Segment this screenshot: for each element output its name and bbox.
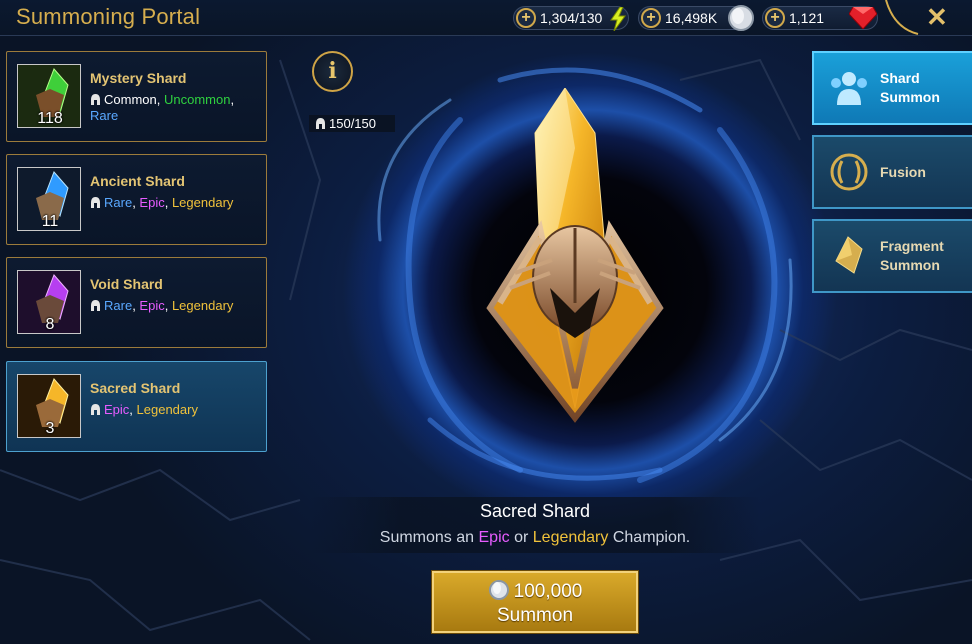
top-bar: Summoning Portal + 1,304/130 + 16,498K +… <box>0 0 972 36</box>
menu-label: Shard Summon <box>880 69 940 107</box>
energy-value: 1,304/130 <box>540 10 603 26</box>
sacred-shard-artwork <box>486 88 664 423</box>
plus-icon[interactable]: + <box>641 8 661 28</box>
shard-rarities: Epic, Legendary <box>90 402 260 418</box>
menu-label-line1: Fragment <box>880 238 944 254</box>
plus-icon[interactable]: + <box>516 8 536 28</box>
selected-shard-desc: Summons an Epic or Legendary Champion. <box>310 529 760 547</box>
helmet-icon <box>91 404 100 415</box>
void-shard-icon: 8 <box>17 270 81 334</box>
shard-card-void[interactable]: 8 Void Shard Rare, Epic, Legendary <box>6 257 267 348</box>
shard-rarities: Rare, Epic, Legendary <box>90 195 260 211</box>
rarity-rare: Rare <box>90 108 119 123</box>
shard-card-mystery[interactable]: 118 Mystery Shard Common, Uncommon, Rare <box>6 51 267 142</box>
silver-value: 16,498K <box>665 10 718 26</box>
rarity-legendary: Legendary <box>136 402 198 417</box>
rarity-common: Common <box>104 92 157 107</box>
menu-label-line2: Summon <box>880 89 940 105</box>
rarity-legendary: Legendary <box>171 298 234 313</box>
desc-prefix: Summons an <box>379 529 475 546</box>
desc-suffix: Champion. <box>612 529 691 546</box>
summon-cost-value: 100,000 <box>513 581 583 602</box>
rarity-epic: Epic <box>139 195 165 210</box>
menu-fragment-summon[interactable]: Fragment Summon <box>812 219 972 293</box>
shard-count: 8 <box>45 316 55 333</box>
summon-label: Summon <box>496 605 574 626</box>
shard-summon-icon <box>831 72 867 105</box>
lightning-icon <box>610 7 626 31</box>
shard-rarities: Rare, Epic, Legendary <box>90 298 260 314</box>
ancient-shard-icon: 11 <box>17 167 81 231</box>
page-title: Summoning Portal <box>16 4 201 29</box>
helmet-icon <box>91 197 100 208</box>
shard-count: 118 <box>37 110 63 127</box>
silver-coin-icon <box>488 580 509 600</box>
shard-count: 11 <box>41 213 59 230</box>
menu-label: Fragment Summon <box>880 237 944 275</box>
close-icon[interactable]: ✕ <box>926 2 948 33</box>
divider-curve <box>885 0 919 35</box>
desc-epic: Epic <box>478 529 510 546</box>
summon-cost: 100,000 <box>434 579 636 603</box>
rarity-legendary: Legendary <box>171 195 234 210</box>
desc-or: or <box>514 529 529 546</box>
shard-description: Sacred Shard Summons an Epic or Legendar… <box>310 497 760 553</box>
menu-fusion[interactable]: Fusion <box>812 135 972 209</box>
silver-counter[interactable]: + 16,498K <box>638 5 754 31</box>
shard-count: 3 <box>45 420 55 437</box>
champion-capacity: 150/150 <box>309 115 395 132</box>
helmet-icon <box>91 94 100 105</box>
gems-counter[interactable]: + 1,121 <box>762 6 878 30</box>
info-icon[interactable]: i <box>312 51 353 92</box>
rarity-rare: Rare <box>104 298 133 313</box>
rarity-epic: Epic <box>104 402 130 417</box>
helmet-icon <box>91 300 100 311</box>
plus-icon[interactable]: + <box>765 8 785 28</box>
fragment-summon-icon <box>835 236 863 274</box>
menu-label-line2: Summon <box>880 257 940 273</box>
shard-name: Mystery Shard <box>90 70 187 86</box>
gems-value: 1,121 <box>789 10 825 26</box>
menu-label-line1: Shard <box>880 70 920 86</box>
silver-coin-icon <box>728 5 754 31</box>
menu-label: Fusion <box>880 164 926 180</box>
summon-button[interactable]: 100,000 Summon <box>431 570 639 634</box>
champion-capacity-value: 150/150 <box>329 116 376 131</box>
fusion-icon <box>830 153 868 191</box>
shard-card-ancient[interactable]: 11 Ancient Shard Rare, Epic, Legendary <box>6 154 267 245</box>
ruby-gem-icon <box>849 7 877 29</box>
menu-shard-summon[interactable]: Shard Summon <box>812 51 972 125</box>
rarity-rare: Rare <box>104 195 133 210</box>
rarity-uncommon: Uncommon <box>163 92 231 107</box>
selected-shard-title: Sacred Shard <box>479 501 591 521</box>
helmet-icon <box>316 118 325 129</box>
shard-card-sacred[interactable]: 3 Sacred Shard Epic, Legendary <box>6 361 267 452</box>
energy-counter[interactable]: + 1,304/130 <box>513 6 629 31</box>
shard-name: Sacred Shard <box>90 380 181 396</box>
shard-name: Ancient Shard <box>90 173 185 189</box>
sacred-shard-icon: 3 <box>17 374 81 438</box>
mystery-shard-icon: 118 <box>17 64 81 128</box>
desc-legendary: Legendary <box>532 529 609 546</box>
shard-rarities: Common, Uncommon, Rare <box>90 92 235 123</box>
shard-name: Void Shard <box>90 276 163 292</box>
rarity-epic: Epic <box>139 298 165 313</box>
